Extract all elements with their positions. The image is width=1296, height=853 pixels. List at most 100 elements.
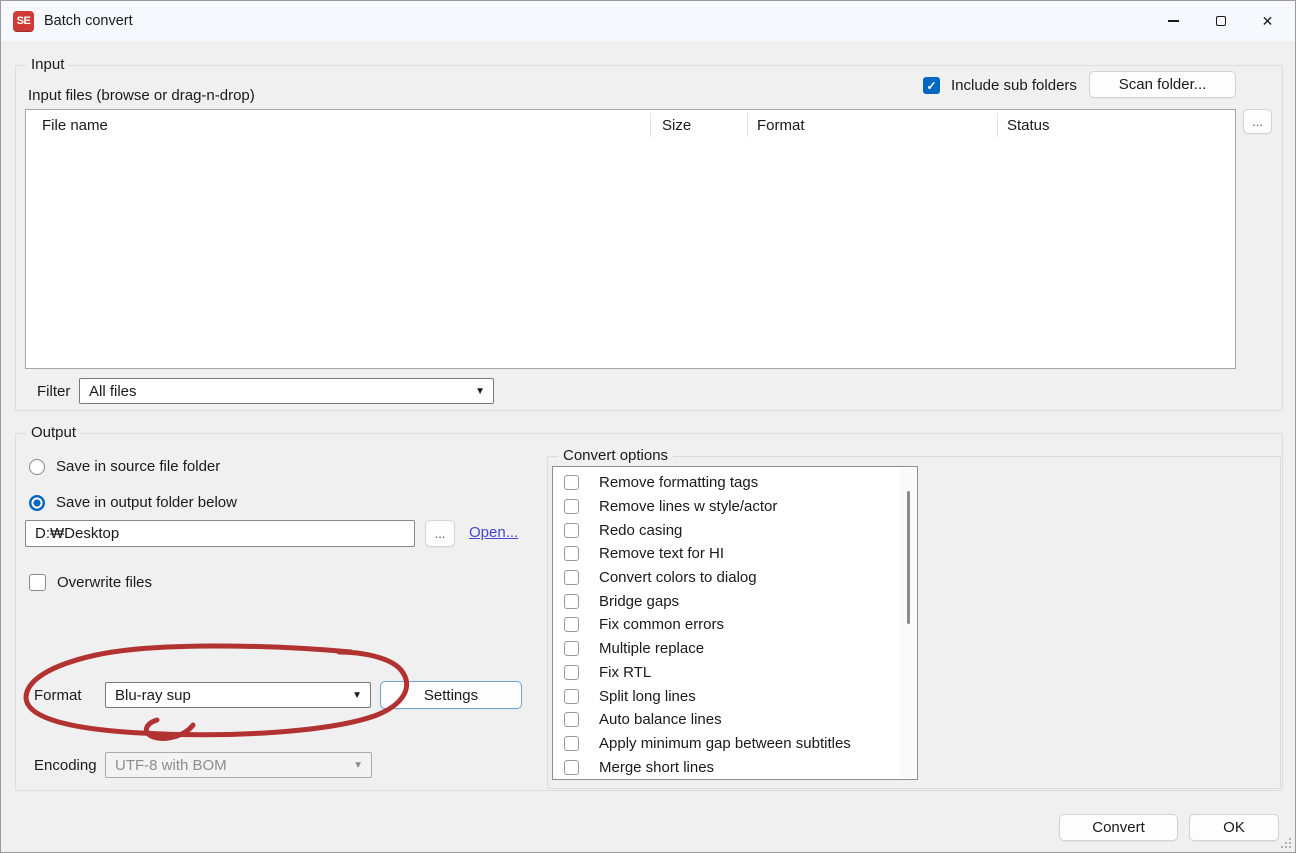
convert-option-label: Remove formatting tags — [599, 474, 758, 491]
save-output-option[interactable]: Save in output folder below — [29, 494, 237, 511]
convert-option-checkbox[interactable]: ✓ — [564, 736, 579, 751]
open-folder-link[interactable]: Open... — [469, 524, 518, 541]
maximize-icon — [1216, 16, 1226, 26]
convert-option-row[interactable]: ✓ Remove lines w style/actor — [553, 495, 899, 519]
convert-option-row[interactable]: ✓ Split long lines — [553, 684, 899, 708]
output-folder-input[interactable] — [25, 520, 415, 547]
convert-option-row[interactable]: ✓ Multiple replace — [553, 637, 899, 661]
format-dropdown[interactable]: Blu-ray sup ▼ — [105, 682, 371, 708]
convert-option-label: Convert colors to dialog — [599, 569, 757, 586]
convert-option-checkbox[interactable]: ✓ — [564, 641, 579, 656]
convert-option-checkbox[interactable]: ✓ — [564, 570, 579, 585]
convert-option-checkbox[interactable]: ✓ — [564, 475, 579, 490]
convert-option-checkbox[interactable]: ✓ — [564, 689, 579, 704]
ok-button[interactable]: OK — [1189, 814, 1279, 841]
chevron-down-icon: ▼ — [475, 386, 485, 397]
app-icon-text: SE — [17, 15, 31, 27]
column-header-format[interactable]: Format — [757, 117, 805, 134]
save-output-radio[interactable] — [29, 495, 45, 511]
chevron-down-icon: ▼ — [353, 760, 363, 771]
convert-option-row[interactable]: ✓ Fix common errors — [553, 613, 899, 637]
convert-option-row[interactable]: ✓ Remove formatting tags — [553, 471, 899, 495]
filter-label: Filter — [37, 383, 70, 400]
convert-option-checkbox[interactable]: ✓ — [564, 760, 579, 775]
browse-folder-button[interactable]: ... — [425, 520, 455, 547]
convert-options-rows: ✓ Remove formatting tags ✓ Remove lines … — [553, 471, 899, 779]
convert-option-checkbox[interactable]: ✓ — [564, 499, 579, 514]
window-controls: ✕ — [1150, 1, 1291, 41]
convert-option-label: Split long lines — [599, 688, 696, 705]
convert-button[interactable]: Convert — [1059, 814, 1178, 841]
convert-option-label: Fix RTL — [599, 664, 651, 681]
batch-convert-dialog: SE Batch convert ✕ Input Input files (br… — [0, 0, 1296, 853]
column-header-status[interactable]: Status — [1007, 117, 1050, 134]
convert-option-row[interactable]: ✓ Fix RTL — [553, 661, 899, 685]
convert-options-list: ✓ Remove formatting tags ✓ Remove lines … — [552, 466, 918, 780]
convert-option-checkbox[interactable]: ✓ — [564, 523, 579, 538]
convert-options-scrollbar[interactable] — [900, 468, 917, 778]
column-header-filename[interactable]: File name — [42, 117, 108, 134]
close-icon: ✕ — [1262, 14, 1274, 28]
window-title: Batch convert — [44, 13, 133, 29]
save-source-radio[interactable] — [29, 459, 45, 475]
app-icon: SE — [13, 11, 34, 32]
convert-option-checkbox[interactable]: ✓ — [564, 712, 579, 727]
format-value: Blu-ray sup — [115, 687, 191, 704]
save-output-radio-label: Save in output folder below — [56, 494, 237, 511]
convert-option-label: Remove text for HI — [599, 545, 724, 562]
overwrite-files-option[interactable]: ✓ Overwrite files — [29, 574, 152, 591]
chevron-down-icon: ▼ — [352, 690, 362, 701]
save-source-radio-label: Save in source file folder — [56, 458, 220, 475]
column-divider[interactable] — [650, 113, 651, 137]
convert-option-row[interactable]: ✓ Redo casing — [553, 518, 899, 542]
convert-option-checkbox[interactable]: ✓ — [564, 546, 579, 561]
include-sub-folders-label: Include sub folders — [951, 77, 1077, 94]
input-files-table[interactable]: File name Size Format Status — [25, 109, 1236, 369]
minimize-button[interactable] — [1150, 1, 1197, 41]
convert-option-row[interactable]: ✓ Remove text for HI — [553, 542, 899, 566]
output-group-label: Output — [26, 424, 81, 441]
convert-option-label: Remove lines w style/actor — [599, 498, 777, 515]
convert-option-row[interactable]: ✓ Merge short lines — [553, 755, 899, 779]
maximize-button[interactable] — [1197, 1, 1244, 41]
settings-button[interactable]: Settings — [380, 681, 522, 709]
convert-option-label: Fix common errors — [599, 616, 724, 633]
table-more-button[interactable]: ... — [1243, 109, 1272, 134]
column-divider[interactable] — [747, 113, 748, 137]
input-group-label: Input — [26, 56, 69, 73]
include-sub-folders[interactable]: ✓ Include sub folders — [923, 77, 1077, 94]
save-source-option[interactable]: Save in source file folder — [29, 458, 220, 475]
minimize-icon — [1168, 20, 1179, 22]
input-files-label: Input files (browse or drag-n-drop) — [28, 87, 255, 104]
overwrite-files-checkbox[interactable]: ✓ — [29, 574, 46, 591]
encoding-label: Encoding — [34, 757, 97, 774]
resize-grip[interactable] — [1280, 837, 1292, 849]
filter-dropdown[interactable]: All files ▼ — [79, 378, 494, 404]
convert-option-label: Bridge gaps — [599, 593, 679, 610]
checkmark-icon: ✓ — [926, 80, 936, 92]
convert-option-checkbox[interactable]: ✓ — [564, 665, 579, 680]
convert-option-label: Apply minimum gap between subtitles — [599, 735, 851, 752]
convert-option-row[interactable]: ✓ Apply minimum gap between subtitles — [553, 732, 899, 756]
convert-option-label: Multiple replace — [599, 640, 704, 657]
close-button[interactable]: ✕ — [1244, 1, 1291, 41]
overwrite-files-label: Overwrite files — [57, 574, 152, 591]
encoding-dropdown: UTF-8 with BOM ▼ — [105, 752, 372, 778]
convert-option-row[interactable]: ✓ Bridge gaps — [553, 589, 899, 613]
filter-value: All files — [89, 383, 137, 400]
column-header-size[interactable]: Size — [662, 117, 691, 134]
convert-option-row[interactable]: ✓ Auto balance lines — [553, 708, 899, 732]
scrollbar-thumb[interactable] — [907, 491, 910, 624]
convert-option-row[interactable]: ✓ Convert colors to dialog — [553, 566, 899, 590]
scan-folder-button[interactable]: Scan folder... — [1089, 71, 1236, 98]
format-label: Format — [34, 687, 82, 704]
convert-option-checkbox[interactable]: ✓ — [564, 594, 579, 609]
convert-option-checkbox[interactable]: ✓ — [564, 617, 579, 632]
encoding-value: UTF-8 with BOM — [115, 757, 227, 774]
convert-option-label: Auto balance lines — [599, 711, 722, 728]
column-divider[interactable] — [997, 113, 998, 137]
include-sub-folders-checkbox[interactable]: ✓ — [923, 77, 940, 94]
convert-options-label: Convert options — [558, 447, 673, 464]
title-bar: SE Batch convert ✕ — [1, 1, 1295, 41]
convert-option-label: Merge short lines — [599, 759, 714, 776]
